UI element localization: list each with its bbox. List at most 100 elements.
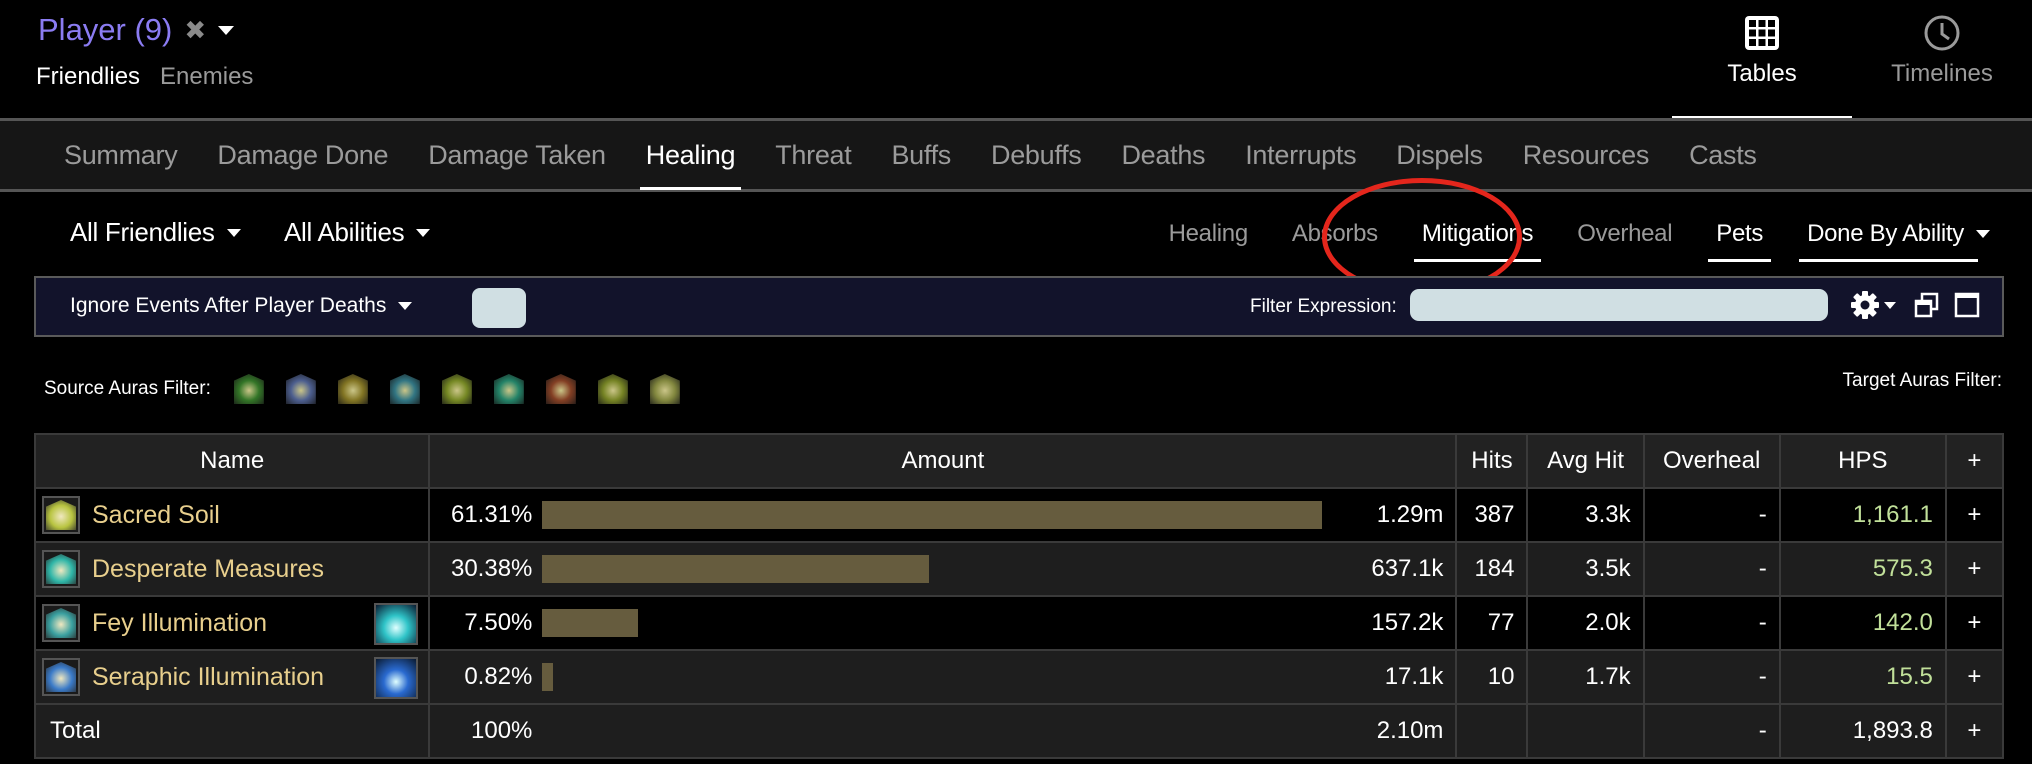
- tab-damage-done[interactable]: Damage Done: [197, 121, 408, 189]
- pet-fairy-icon: [374, 603, 419, 645]
- pet-seraph-icon: [374, 657, 419, 699]
- player-label[interactable]: Player (9): [38, 12, 172, 48]
- amount-value: 2.10m: [1376, 717, 1444, 744]
- seraphic-illumination-icon: [42, 658, 80, 696]
- column-header-hps[interactable]: HPS: [1778, 433, 1947, 489]
- amount-value: 1.29m: [1376, 501, 1444, 528]
- tab-threat[interactable]: Threat: [755, 121, 871, 189]
- tab-dispels[interactable]: Dispels: [1376, 121, 1502, 189]
- expand-row-button[interactable]: +: [1944, 541, 2005, 597]
- mode-mitigations[interactable]: Mitigations: [1400, 204, 1555, 264]
- hps-value: 142.0: [1778, 595, 1947, 651]
- mode-pets[interactable]: Pets: [1694, 204, 1785, 264]
- desperate-measures-icon: [42, 550, 80, 588]
- view-tab-timelines[interactable]: Timelines: [1852, 0, 2032, 118]
- source-dropdown-label: All Friendlies: [70, 217, 215, 247]
- aura-icon[interactable]: [441, 374, 472, 404]
- maximize-icon[interactable]: [1954, 292, 1980, 318]
- amount-bar: [542, 501, 1323, 529]
- avg-hit-value: [1526, 703, 1645, 759]
- mode-absorbs[interactable]: Absorbs: [1270, 204, 1400, 264]
- popout-icon[interactable]: [1914, 292, 1940, 318]
- ignore-deaths-label: Ignore Events After Player Deaths: [70, 294, 387, 317]
- clock-icon: [1924, 15, 1960, 51]
- target-auras-label: Target Auras Filter:: [1842, 370, 2002, 391]
- filter-expression-input[interactable]: [1410, 289, 1828, 321]
- expand-row-button[interactable]: +: [1944, 487, 2005, 543]
- hits-value: 184: [1455, 541, 1529, 597]
- chevron-down-icon: [1884, 301, 1896, 309]
- report-tabs: Summary Damage Done Damage Taken Healing…: [0, 118, 2032, 192]
- player-selector[interactable]: Player (9) ✖: [38, 12, 235, 48]
- column-header-avg-hit[interactable]: Avg Hit: [1526, 433, 1645, 489]
- settings-menu[interactable]: [1850, 290, 1896, 320]
- grouping-dropdown[interactable]: Done By Ability: [1785, 204, 2012, 264]
- add-column-button[interactable]: +: [1944, 433, 2005, 489]
- hits-value: 77: [1455, 595, 1529, 651]
- table-row[interactable]: Sacred Soil 61.31% 1.29m 387 3.3k - 1,16…: [33, 487, 2005, 543]
- avg-hit-value: 3.3k: [1526, 487, 1645, 543]
- source-auras-label: Source Auras Filter:: [44, 378, 211, 399]
- ability-dropdown[interactable]: All Abilities: [284, 217, 431, 248]
- aura-icon[interactable]: [337, 374, 368, 404]
- chevron-down-icon: [398, 302, 413, 310]
- scope-friendlies[interactable]: Friendlies: [36, 63, 140, 91]
- aura-icon[interactable]: [649, 374, 680, 404]
- expand-row-button[interactable]: +: [1944, 703, 2005, 759]
- column-header-amount[interactable]: Amount: [428, 433, 1458, 489]
- tab-summary[interactable]: Summary: [44, 121, 197, 189]
- ability-name[interactable]: Fey Illumination: [92, 609, 267, 638]
- healing-mode-toggles: Healing Absorbs Mitigations Overheal Pet…: [1147, 195, 2012, 273]
- close-icon[interactable]: ✖: [184, 15, 206, 46]
- aura-icon[interactable]: [493, 374, 524, 404]
- percent-value: 100%: [471, 717, 533, 744]
- mode-overheal[interactable]: Overheal: [1555, 204, 1694, 264]
- filter-bar: Ignore Events After Player Deaths Filter…: [34, 276, 2004, 337]
- aura-icon[interactable]: [233, 374, 264, 404]
- view-tab-label: Timelines: [1891, 60, 1993, 87]
- ability-name[interactable]: Desperate Measures: [92, 555, 324, 584]
- tab-debuffs[interactable]: Debuffs: [971, 121, 1101, 189]
- expand-row-button[interactable]: +: [1944, 595, 2005, 651]
- tab-buffs[interactable]: Buffs: [871, 121, 971, 189]
- aura-icon[interactable]: [545, 374, 576, 404]
- tab-resources[interactable]: Resources: [1503, 121, 1669, 189]
- tab-interrupts[interactable]: Interrupts: [1225, 121, 1376, 189]
- chevron-down-icon[interactable]: [218, 25, 235, 35]
- tab-healing[interactable]: Healing: [626, 121, 755, 190]
- column-header-hits[interactable]: Hits: [1455, 433, 1529, 489]
- hps-value: 15.5: [1778, 649, 1947, 705]
- amount-bar: [542, 663, 553, 691]
- tab-casts[interactable]: Casts: [1669, 121, 1777, 189]
- amount-value: 637.1k: [1371, 555, 1444, 582]
- scope-enemies[interactable]: Enemies: [160, 63, 253, 91]
- avg-hit-value: 1.7k: [1526, 649, 1645, 705]
- column-header-name[interactable]: Name: [33, 433, 431, 489]
- table-row[interactable]: Seraphic Illumination 0.82% 17.1k 10 1.7…: [33, 649, 2005, 705]
- ability-name[interactable]: Seraphic Illumination: [92, 663, 324, 692]
- chevron-down-icon: [416, 228, 431, 237]
- tab-deaths[interactable]: Deaths: [1101, 121, 1225, 189]
- overheal-value: -: [1642, 595, 1781, 651]
- view-tab-tables[interactable]: Tables: [1672, 0, 1852, 118]
- percent-value: 61.31%: [450, 501, 533, 528]
- tab-damage-taken[interactable]: Damage Taken: [408, 121, 626, 189]
- mode-healing[interactable]: Healing: [1147, 204, 1270, 264]
- ignore-deaths-toggle[interactable]: [472, 288, 526, 328]
- ability-name[interactable]: Sacred Soil: [92, 501, 220, 530]
- aura-icon[interactable]: [389, 374, 420, 404]
- aura-icon[interactable]: [597, 374, 628, 404]
- amount-bar-track: [542, 609, 1322, 637]
- source-dropdown[interactable]: All Friendlies: [70, 217, 241, 248]
- expand-row-button[interactable]: +: [1944, 649, 2005, 705]
- table-row[interactable]: Desperate Measures 30.38% 637.1k 184 3.5…: [33, 541, 2005, 597]
- column-header-overheal[interactable]: Overheal: [1642, 433, 1781, 489]
- amount-bar: [542, 555, 929, 583]
- table-row[interactable]: Fey Illumination 7.50% 157.2k 77 2.0k - …: [33, 595, 2005, 651]
- avg-hit-value: 3.5k: [1526, 541, 1645, 597]
- aura-icon[interactable]: [285, 374, 316, 404]
- chevron-down-icon: [1976, 230, 1990, 238]
- view-tabs: Tables Timelines: [1672, 0, 2032, 118]
- total-label: Total: [50, 717, 101, 744]
- ignore-deaths-dropdown[interactable]: Ignore Events After Player Deaths: [70, 294, 413, 318]
